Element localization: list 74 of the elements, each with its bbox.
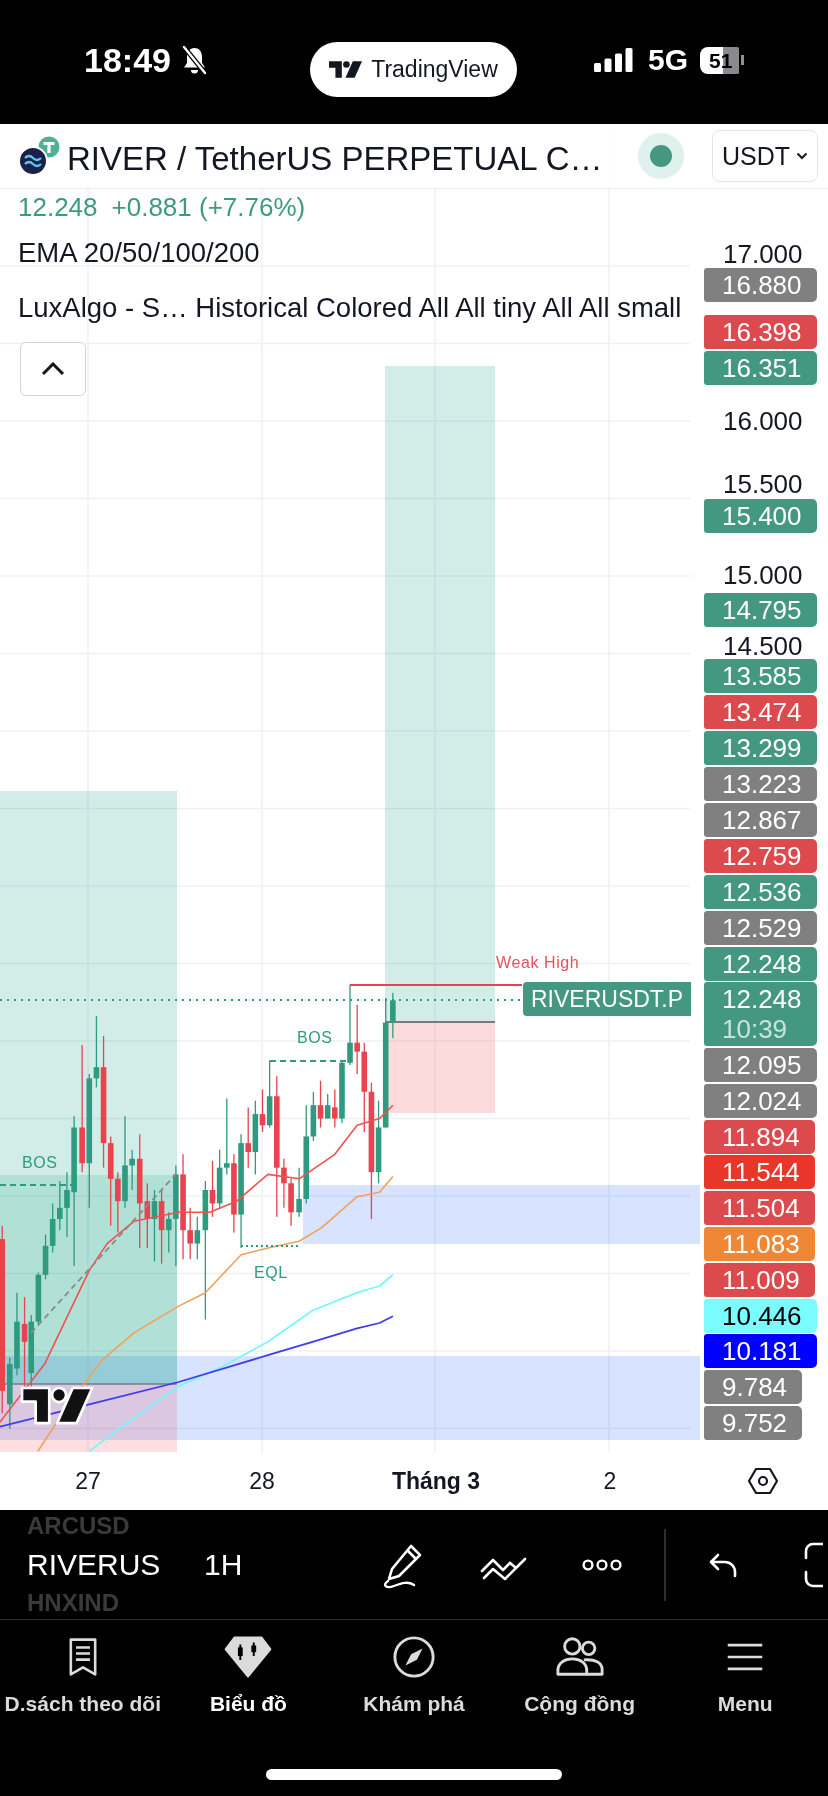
price-label: 11.544 [704, 1155, 815, 1189]
price-tick: 15.000 [723, 562, 803, 588]
tab[interactable]: Khám phá [331, 1634, 497, 1716]
market-status-icon [637, 132, 685, 180]
price-label: 10.446 [704, 1299, 817, 1333]
candles-diamond-icon [224, 1634, 273, 1680]
price-label: 13.585 [704, 659, 817, 693]
price-label: 12.248 [704, 947, 817, 981]
symbol-price-label: RIVERUSDT.P [523, 982, 692, 1016]
tab[interactable]: Cộng đồng [496, 1634, 663, 1716]
price-label: 12.529 [704, 911, 817, 945]
signal-icon [594, 48, 633, 72]
logo-icon [329, 60, 363, 78]
battery-indicator: 51 [700, 46, 745, 74]
interval-button[interactable]: 1H [204, 1547, 243, 1582]
indicator-legend[interactable]: EMA 20/50/100/200 [0, 233, 260, 273]
price-label: 12.759 [704, 839, 817, 873]
last-price: 12.248 [18, 191, 98, 224]
price-label: 12.536 [704, 875, 817, 909]
price-label: 14.795 [704, 593, 817, 627]
compass-icon [392, 1634, 436, 1680]
price-tick: 15.500 [723, 471, 803, 497]
currency-button[interactable]: USDT [712, 130, 818, 182]
symbol-title[interactable]: RIVER / TetherUS PERPETUAL C… [67, 140, 603, 178]
price-label: 9.752 [704, 1406, 803, 1440]
equal-lows-line [240, 1245, 300, 1247]
price-label: 16.351 [704, 351, 817, 385]
time-tick: 27 [75, 1467, 101, 1494]
countdown-timer: 10:39 [722, 1014, 789, 1044]
price-label: 15.400 [704, 499, 817, 533]
bell-slash-icon [180, 45, 208, 75]
price-value: 12.248 [722, 984, 802, 1014]
price-label: 11.894 [704, 1120, 815, 1154]
caret-icon [796, 152, 809, 160]
price-label: 10.181 [704, 1334, 817, 1368]
app-name: TradingView [371, 55, 498, 83]
network-type: 5G [648, 43, 689, 77]
app-pill[interactable]: TradingView [310, 41, 517, 97]
price-label: 16.398 [704, 315, 817, 349]
time-tick: Tháng 3 [391, 1467, 481, 1494]
price-tick: 16.000 [723, 408, 803, 434]
tab[interactable]: Biểu đồ [165, 1634, 332, 1716]
clock: 18:49 [84, 40, 171, 80]
price-label: 16.880 [704, 268, 817, 302]
undo-icon[interactable] [708, 1551, 739, 1578]
price-label: 12.024 [704, 1084, 817, 1118]
more-icon[interactable] [582, 1557, 623, 1572]
caret-icon [41, 362, 65, 376]
price-change: +0.881 (+7.76%) [111, 191, 306, 224]
price-label: 11.504 [704, 1191, 815, 1225]
settings-icon[interactable] [747, 1467, 779, 1495]
price-label: 9.784 [704, 1370, 803, 1404]
price-label: 13.299 [704, 731, 817, 765]
bos-label: BOS [297, 1029, 333, 1046]
bos-label: BOS [22, 1154, 58, 1171]
price-label: 11.009 [704, 1263, 815, 1297]
price-tick: 14.500 [723, 633, 803, 659]
eql-label: EQL [254, 1264, 288, 1281]
price-label: 11.083 [704, 1227, 815, 1261]
bracket-icon[interactable] [803, 1541, 824, 1588]
time-tick: 2 [603, 1467, 617, 1494]
collapse-legend-button[interactable] [20, 342, 86, 396]
price-label: 12.867 [704, 803, 817, 837]
logo-icon [20, 1386, 94, 1425]
time-tick: 28 [249, 1467, 275, 1494]
tab[interactable]: Menu [662, 1634, 828, 1716]
price-label: 12.095 [704, 1048, 817, 1082]
weak-high-label: Weak High [496, 954, 580, 971]
symbol-option[interactable]: RIVERUS [27, 1542, 177, 1587]
price-tick: 17.000 [723, 241, 803, 267]
price-label: 13.223 [704, 767, 817, 801]
indicator-legend[interactable]: LuxAlgo - S… Historical Colored All All tiny All All small [0, 288, 682, 328]
tab[interactable]: D.sách theo dõi [0, 1634, 166, 1716]
price-label: 13.474 [704, 695, 817, 729]
